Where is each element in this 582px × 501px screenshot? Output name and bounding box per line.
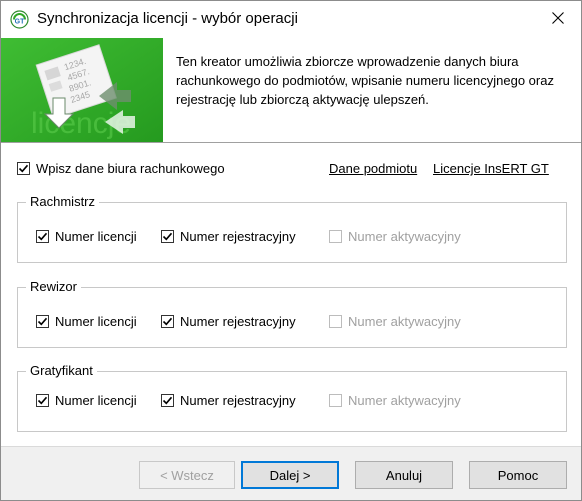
checkbox-box — [329, 230, 342, 243]
activation-number-checkbox: Numer aktywacyjny — [329, 393, 461, 408]
checkbox-box[interactable] — [36, 394, 49, 407]
group-rachmistrz: Rachmistrz Numer licencji Numer rejestra… — [17, 194, 567, 263]
group-gratyfikant: Gratyfikant Numer licencji Numer rejestr… — [17, 363, 567, 432]
insert-licenses-link[interactable]: Licencje InsERT GT — [433, 161, 549, 176]
checkmark-icon — [37, 396, 48, 405]
checkbox-label: Numer aktywacyjny — [348, 229, 461, 244]
checkbox-label: Numer rejestracyjny — [180, 229, 296, 244]
back-button: < Wstecz — [139, 461, 235, 489]
wizard-header: licencje 1234. 4567. 8901. 2345 Ten krea… — [1, 38, 581, 142]
checkmark-icon — [162, 396, 173, 405]
checkbox-label: Numer aktywacyjny — [348, 314, 461, 329]
activation-number-checkbox: Numer aktywacyjny — [329, 229, 461, 244]
next-button[interactable]: Dalej > — [241, 461, 339, 489]
checkbox-box[interactable] — [161, 315, 174, 328]
button-bar: < Wstecz Dalej > Anuluj Pomoc — [1, 446, 581, 500]
checkbox-box[interactable] — [17, 162, 30, 175]
checkmark-icon — [162, 317, 173, 326]
registration-number-checkbox[interactable]: Numer rejestracyjny — [161, 314, 296, 329]
checkmark-icon — [18, 164, 29, 173]
checkbox-box[interactable] — [161, 230, 174, 243]
license-banner-image: licencje 1234. 4567. 8901. 2345 — [1, 38, 163, 142]
svg-text:GT: GT — [15, 19, 25, 26]
registration-number-checkbox[interactable]: Numer rejestracyjny — [161, 229, 296, 244]
header-divider — [1, 142, 581, 143]
window-title: Synchronizacja licencji - wybór operacji — [37, 10, 298, 27]
checkbox-label: Numer licencji — [55, 229, 137, 244]
license-number-checkbox[interactable]: Numer licencji — [36, 314, 137, 329]
help-button[interactable]: Pomoc — [469, 461, 567, 489]
license-number-checkbox[interactable]: Numer licencji — [36, 393, 137, 408]
checkmark-icon — [37, 232, 48, 241]
checkmark-icon — [37, 317, 48, 326]
checkbox-box[interactable] — [36, 315, 49, 328]
checkbox-box — [329, 315, 342, 328]
insert-gt-icon: GT — [10, 10, 29, 29]
checkbox-box — [329, 394, 342, 407]
title-bar: GT Synchronizacja licencji - wybór opera… — [1, 1, 581, 38]
dialog-window: GT Synchronizacja licencji - wybór opera… — [0, 0, 582, 501]
checkbox-label: Numer licencji — [55, 393, 137, 408]
wizard-description: Ten kreator umożliwia zbiorcze wprowadze… — [176, 54, 554, 107]
checkbox-label: Numer aktywacyjny — [348, 393, 461, 408]
office-data-label: Wpisz dane biura rachunkowego — [36, 161, 225, 176]
registration-number-checkbox[interactable]: Numer rejestracyjny — [161, 393, 296, 408]
checkbox-box[interactable] — [36, 230, 49, 243]
cancel-button[interactable]: Anuluj — [355, 461, 453, 489]
close-button[interactable] — [535, 1, 581, 38]
license-number-checkbox[interactable]: Numer licencji — [36, 229, 137, 244]
office-data-checkbox[interactable]: Wpisz dane biura rachunkowego — [17, 161, 225, 176]
checkmark-icon — [162, 232, 173, 241]
activation-number-checkbox: Numer aktywacyjny — [329, 314, 461, 329]
group-title: Rewizor — [26, 279, 81, 294]
checkbox-label: Numer licencji — [55, 314, 137, 329]
checkbox-label: Numer rejestracyjny — [180, 314, 296, 329]
checkbox-label: Numer rejestracyjny — [180, 393, 296, 408]
entity-data-link[interactable]: Dane podmiotu — [329, 161, 417, 176]
group-title: Gratyfikant — [26, 363, 97, 378]
group-rewizor: Rewizor Numer licencji Numer rejestracyj… — [17, 279, 567, 348]
close-icon — [552, 12, 564, 27]
checkbox-box[interactable] — [161, 394, 174, 407]
group-title: Rachmistrz — [26, 194, 100, 209]
